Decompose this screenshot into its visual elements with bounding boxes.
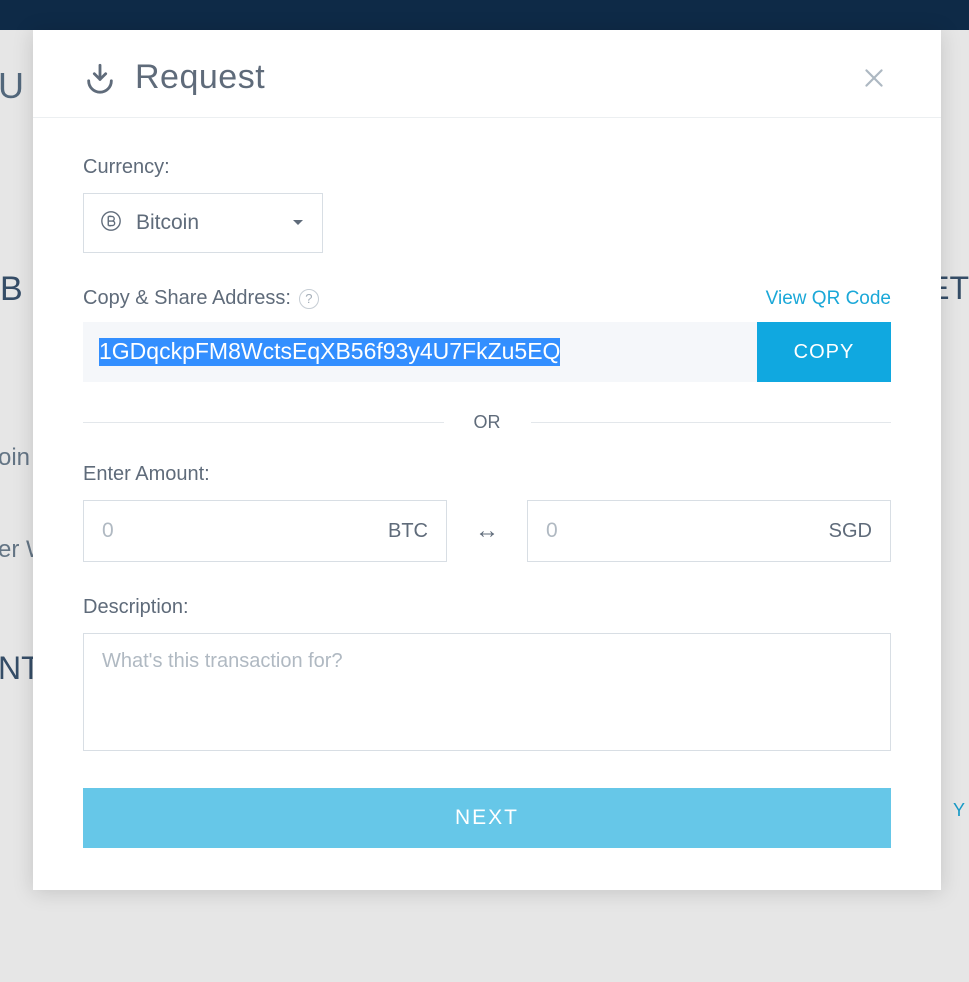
address-section: Copy & Share Address: ? View QR Code 1GD…	[83, 287, 891, 382]
bitcoin-icon	[100, 210, 122, 237]
description-label: Description:	[83, 596, 891, 619]
receive-icon	[83, 61, 117, 95]
or-text: OR	[474, 412, 501, 433]
modal-title: Request	[135, 58, 265, 97]
amount-btc-input[interactable]	[102, 519, 388, 543]
amount-fiat-input[interactable]	[546, 519, 829, 543]
amount-section: Enter Amount: BTC ↔ SGD	[83, 463, 891, 562]
amount-fiat-unit: SGD	[829, 520, 872, 543]
address-value: 1GDqckpFM8WctsEqXB56f93y4U7FkZu5EQ	[99, 338, 560, 366]
description-section: Description:	[83, 596, 891, 756]
or-divider: OR	[83, 412, 891, 433]
description-input[interactable]	[83, 633, 891, 751]
currency-label: Currency:	[83, 156, 891, 179]
request-modal: Request Currency: Bitcoin	[33, 30, 941, 890]
chevron-down-icon	[292, 214, 304, 232]
currency-select[interactable]: Bitcoin	[83, 193, 323, 253]
address-display[interactable]: 1GDqckpFM8WctsEqXB56f93y4U7FkZu5EQ	[83, 322, 757, 382]
address-label: Copy & Share Address: ?	[83, 287, 319, 310]
amount-btc-field: BTC	[83, 500, 447, 562]
amount-fiat-field: SGD	[527, 500, 891, 562]
amount-btc-unit: BTC	[388, 520, 428, 543]
modal-header: Request	[33, 30, 941, 118]
help-icon[interactable]: ?	[299, 289, 319, 309]
close-button[interactable]	[857, 61, 891, 95]
copy-button[interactable]: COPY	[757, 322, 891, 382]
swap-icon[interactable]: ↔	[475, 517, 499, 545]
top-navbar	[0, 0, 969, 30]
currency-selected-text: Bitcoin	[136, 211, 199, 235]
amount-label: Enter Amount:	[83, 463, 891, 486]
currency-section: Currency: Bitcoin	[83, 156, 891, 253]
next-button[interactable]: NEXT	[83, 788, 891, 848]
view-qr-link[interactable]: View QR Code	[766, 288, 891, 310]
modal-body: Currency: Bitcoin Copy & Share Address:	[33, 118, 941, 890]
